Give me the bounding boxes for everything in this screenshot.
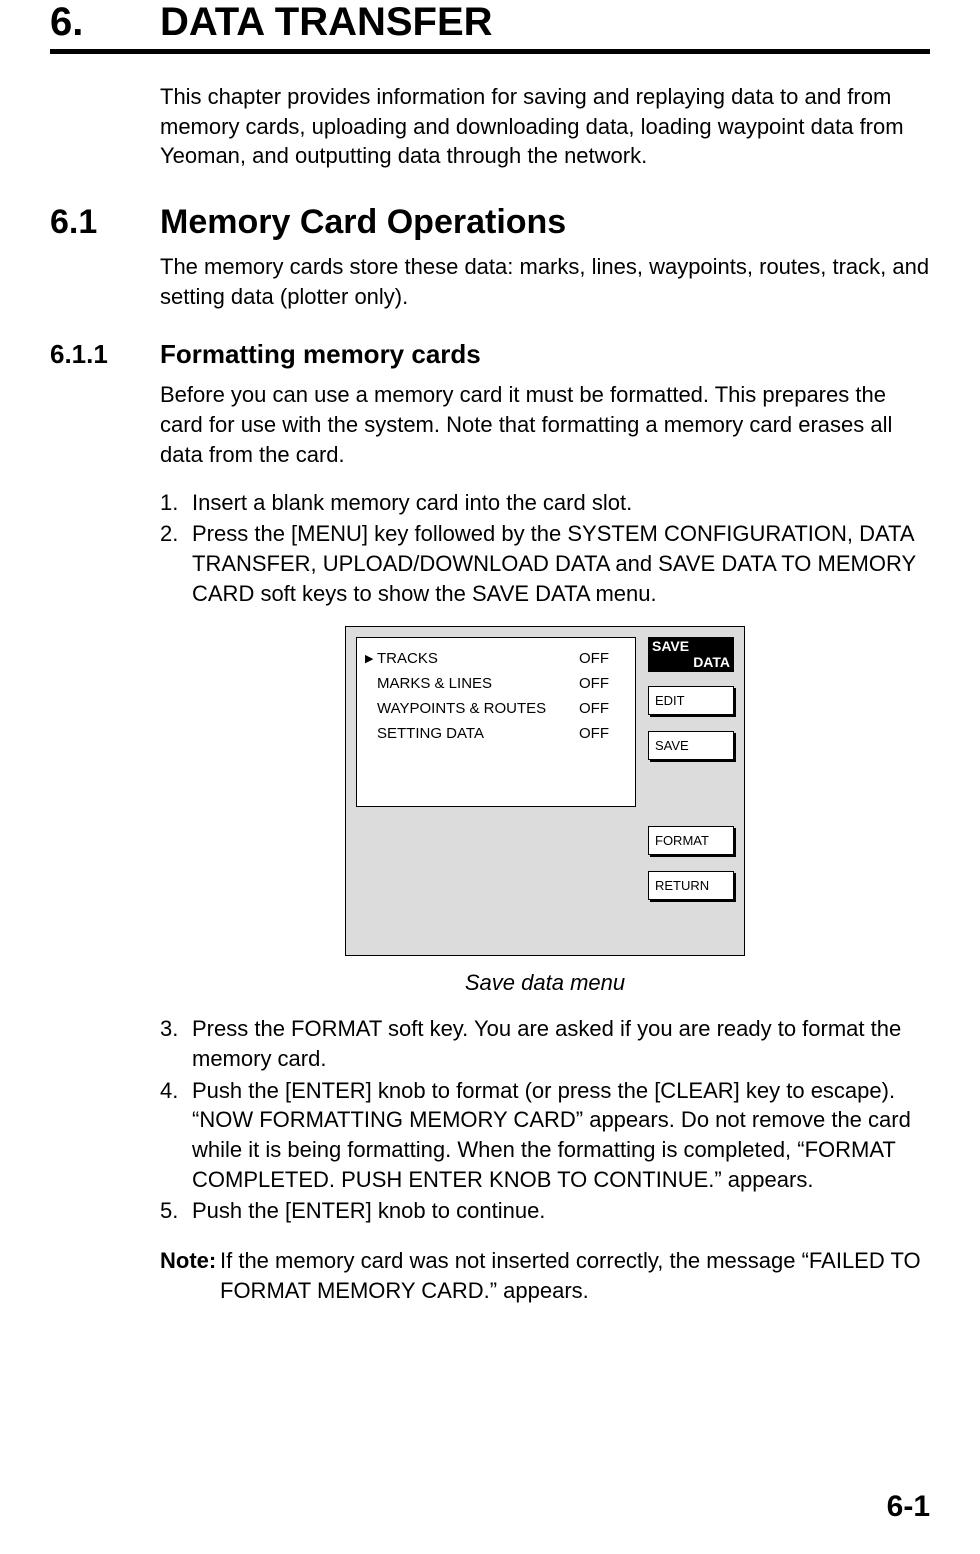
figure: ▶ TRACKS OFF MARKS & LINES OFF WAYPOINTS… <box>160 626 930 996</box>
step-item: 1. Insert a blank memory card into the c… <box>160 488 930 518</box>
softkey-header-line1: SAVE <box>652 639 730 654</box>
step-item: 3. Press the FORMAT soft key. You are as… <box>160 1014 930 1073</box>
subsection-number: 6.1.1 <box>50 339 160 370</box>
step-number: 5. <box>160 1196 192 1226</box>
subsection-title: 6.1.1 Formatting memory cards <box>50 339 930 370</box>
section-title: 6.1 Memory Card Operations <box>50 203 930 242</box>
page-number: 6-1 <box>887 1490 930 1524</box>
step-number: 2. <box>160 519 192 608</box>
softkey-header-line2: DATA <box>652 655 730 670</box>
step-text: Push the [ENTER] knob to continue. <box>192 1196 545 1226</box>
subsection-text: Before you can use a memory card it must… <box>160 380 930 469</box>
softkey-panel: SAVE DATA EDIT SAVE FORMAT RETURN <box>648 637 734 900</box>
step-text: Insert a blank memory card into the card… <box>192 488 632 518</box>
menu-row-value: OFF <box>579 650 627 667</box>
chapter-name: DATA TRANSFER <box>160 0 493 45</box>
steps-list-1: 1. Insert a blank memory card into the c… <box>160 488 930 609</box>
steps-list-2: 3. Press the FORMAT soft key. You are as… <box>160 1014 930 1226</box>
softkey-format[interactable]: FORMAT <box>648 826 734 855</box>
menu-row-label: SETTING DATA <box>377 725 579 742</box>
section-name: Memory Card Operations <box>160 203 566 242</box>
step-item: 4. Push the [ENTER] knob to format (or p… <box>160 1076 930 1195</box>
menu-row: SETTING DATA OFF <box>365 725 627 742</box>
menu-item-list: ▶ TRACKS OFF MARKS & LINES OFF WAYPOINTS… <box>356 637 636 807</box>
section-number: 6.1 <box>50 203 160 242</box>
softkey-edit[interactable]: EDIT <box>648 686 734 715</box>
step-number: 1. <box>160 488 192 518</box>
menu-row-label: WAYPOINTS & ROUTES <box>377 700 579 717</box>
softkey-header: SAVE DATA <box>648 637 734 672</box>
step-text: Press the [MENU] key followed by the SYS… <box>192 519 930 608</box>
intro-paragraph: This chapter provides information for sa… <box>160 82 930 171</box>
note-label: Note: <box>160 1246 220 1305</box>
softkey-return[interactable]: RETURN <box>648 871 734 900</box>
step-number: 3. <box>160 1014 192 1073</box>
menu-row-label: MARKS & LINES <box>377 675 579 692</box>
chapter-title: 6. DATA TRANSFER <box>50 0 930 54</box>
subsection-name: Formatting memory cards <box>160 339 481 370</box>
cursor-icon: ▶ <box>365 652 377 665</box>
menu-row: WAYPOINTS & ROUTES OFF <box>365 700 627 717</box>
menu-row-value: OFF <box>579 700 627 717</box>
menu-row: MARKS & LINES OFF <box>365 675 627 692</box>
menu-row: ▶ TRACKS OFF <box>365 650 627 667</box>
step-item: 5. Push the [ENTER] knob to continue. <box>160 1196 930 1226</box>
menu-row-value: OFF <box>579 675 627 692</box>
step-text: Press the FORMAT soft key. You are asked… <box>192 1014 930 1073</box>
menu-row-value: OFF <box>579 725 627 742</box>
step-number: 4. <box>160 1076 192 1195</box>
section-text: The memory cards store these data: marks… <box>160 252 930 311</box>
save-data-menu: ▶ TRACKS OFF MARKS & LINES OFF WAYPOINTS… <box>345 626 745 956</box>
menu-row-label: TRACKS <box>377 650 579 667</box>
figure-caption: Save data menu <box>160 970 930 996</box>
step-item: 2. Press the [MENU] key followed by the … <box>160 519 930 608</box>
note-text: If the memory card was not inserted corr… <box>220 1246 930 1305</box>
softkey-save[interactable]: SAVE <box>648 731 734 760</box>
step-text: Push the [ENTER] knob to format (or pres… <box>192 1076 930 1195</box>
note: Note: If the memory card was not inserte… <box>160 1246 930 1305</box>
chapter-number: 6. <box>50 0 160 45</box>
